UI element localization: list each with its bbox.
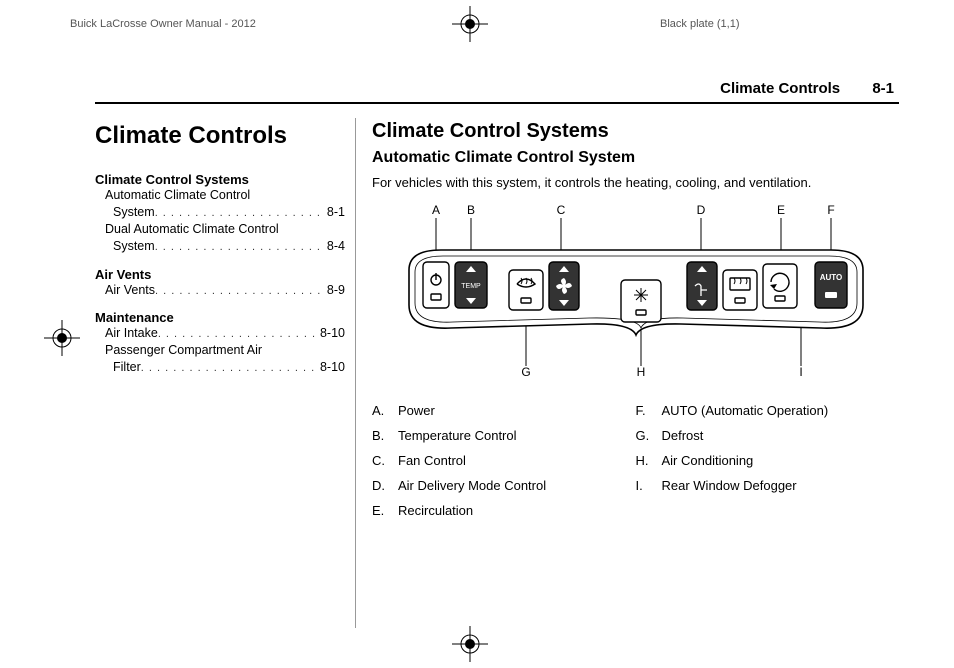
running-page-number: 8-1: [872, 80, 894, 97]
recirc-button-icon: [763, 264, 797, 308]
legend-letter: B.: [372, 428, 398, 443]
toc-item: Dual Automatic Climate Control System 8-…: [105, 221, 345, 255]
toc-item-page: 8-1: [323, 204, 345, 221]
legend-letter: F.: [636, 403, 662, 418]
legend-text: Power: [398, 403, 636, 418]
legend-text: Fan Control: [398, 453, 636, 468]
toc-leader-dots: [155, 204, 323, 221]
toc-group-heading: Maintenance: [95, 310, 345, 325]
legend-text: AUTO (Automatic Operation): [662, 403, 900, 418]
toc-item: Air Intake 8-10: [105, 325, 345, 342]
toc-leader-dots: [155, 238, 323, 255]
legend-item: A.Power: [372, 403, 636, 418]
toc-item-label: Air Intake: [105, 325, 158, 342]
toc-column: Climate Controls Climate Control Systems…: [95, 118, 356, 628]
crop-mark-top-icon: [440, 6, 500, 42]
legend-letter: D.: [372, 478, 398, 493]
svg-text:AUTO: AUTO: [819, 273, 842, 282]
legend-column-left: A.Power B.Temperature Control C.Fan Cont…: [372, 399, 636, 528]
toc-group-heading: Air Vents: [95, 267, 345, 282]
legend-letter: I.: [636, 478, 662, 493]
legend-letter: A.: [372, 403, 398, 418]
toc-item-label: Passenger Compartment Air: [105, 342, 345, 359]
toc-item-label: Automatic Climate Control: [105, 187, 345, 204]
legend-item: C.Fan Control: [372, 453, 636, 468]
legend-item: G.Defrost: [636, 428, 900, 443]
toc-item-label: Filter: [113, 359, 141, 376]
legend-item: I.Rear Window Defogger: [636, 478, 900, 493]
subsection-title: Automatic Climate Control System: [372, 149, 899, 167]
chapter-title: Climate Controls: [95, 122, 345, 150]
legend-text: Defrost: [662, 428, 900, 443]
legend-item: B.Temperature Control: [372, 428, 636, 443]
legend-item: D.Air Delivery Mode Control: [372, 478, 636, 493]
mode-button-icon: [687, 262, 717, 310]
toc-item-label: Dual Automatic Climate Control: [105, 221, 345, 238]
callout-letter: A: [431, 203, 439, 217]
legend-text: Air Delivery Mode Control: [398, 478, 636, 493]
toc-item-page: 8-9: [323, 282, 345, 299]
legend-text: Recirculation: [398, 503, 636, 518]
doc-title: Buick LaCrosse Owner Manual - 2012: [70, 18, 256, 30]
toc-item: Passenger Compartment Air Filter 8-10: [105, 342, 345, 376]
legend-item: E.Recirculation: [372, 503, 636, 518]
callout-letter: G: [521, 365, 530, 379]
legend-letter: G.: [636, 428, 662, 443]
intro-paragraph: For vehicles with this system, it contro…: [372, 175, 899, 190]
legend-letter: C.: [372, 453, 398, 468]
crop-mark-bottom-icon: [440, 626, 500, 662]
toc-item: Air Vents 8-9: [105, 282, 345, 299]
crop-mark-left-icon: [44, 308, 80, 368]
toc-item-page: 8-4: [323, 238, 345, 255]
rear-defog-button-icon: [723, 270, 757, 310]
callout-letter: I: [799, 365, 802, 379]
toc-leader-dots: [141, 359, 316, 376]
legend-column-right: F.AUTO (Automatic Operation) G.Defrost H…: [636, 399, 900, 528]
callout-letter: C: [556, 203, 565, 217]
toc-item-page: 8-10: [316, 325, 345, 342]
legend-text: Rear Window Defogger: [662, 478, 900, 493]
auto-button-icon: AUTO: [815, 262, 847, 308]
toc-leader-dots: [158, 325, 316, 342]
toc-leader-dots: [155, 282, 323, 299]
legend-item: F.AUTO (Automatic Operation): [636, 403, 900, 418]
main-content: Climate Control Systems Automatic Climat…: [356, 118, 899, 628]
toc-item: Automatic Climate Control System 8-1: [105, 187, 345, 221]
content-columns: Climate Controls Climate Control Systems…: [95, 118, 899, 628]
ac-button-icon: [621, 280, 661, 322]
callout-letter: B: [466, 203, 474, 217]
callout-letter: F: [827, 203, 834, 217]
plate-label: Black plate (1,1): [660, 18, 739, 30]
section-title: Climate Control Systems: [372, 120, 899, 143]
manual-page: Buick LaCrosse Owner Manual - 2012 Black…: [0, 0, 954, 668]
running-header: Climate Controls 8-1: [720, 80, 894, 97]
callout-letter: E: [776, 203, 784, 217]
toc-item-label: System: [113, 204, 155, 221]
callout-letter: D: [696, 203, 705, 217]
toc-item-label: Air Vents: [105, 282, 155, 299]
defrost-button-icon: [509, 270, 543, 310]
toc-item-label: System: [113, 238, 155, 255]
svg-text:TEMP: TEMP: [461, 283, 481, 290]
callout-letter: H: [636, 365, 645, 379]
legend-text: Temperature Control: [398, 428, 636, 443]
temp-button-icon: TEMP: [455, 262, 487, 308]
header-rule: [95, 102, 899, 104]
legend-letter: E.: [372, 503, 398, 518]
legend-item: H.Air Conditioning: [636, 453, 900, 468]
legend-text: Air Conditioning: [662, 453, 900, 468]
control-panel-diagram: A B C D E F G H I: [401, 200, 871, 385]
toc-group-heading: Climate Control Systems: [95, 172, 345, 187]
legend-letter: H.: [636, 453, 662, 468]
fan-button-icon: [549, 262, 579, 310]
running-section: Climate Controls: [720, 80, 840, 97]
diagram-legend: A.Power B.Temperature Control C.Fan Cont…: [372, 399, 899, 528]
power-button-icon: [423, 262, 449, 308]
toc-item-page: 8-10: [316, 359, 345, 376]
